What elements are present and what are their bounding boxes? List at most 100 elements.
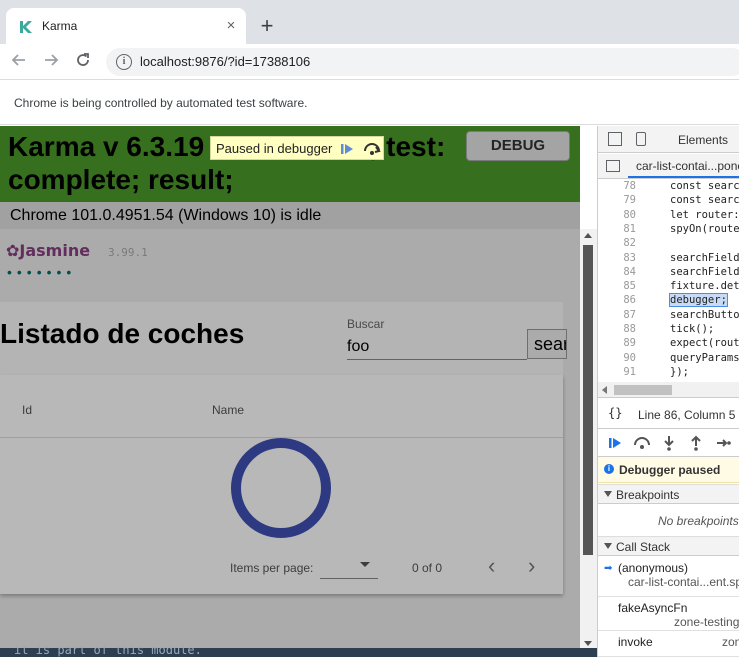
line-number[interactable]: 82 <box>598 237 636 249</box>
line-number[interactable]: 81 <box>598 223 636 235</box>
callstack-section-header[interactable]: Call Stack <box>598 536 739 556</box>
step-icon[interactable] <box>716 435 732 451</box>
page-scrollbar[interactable] <box>580 229 597 657</box>
scroll-left-icon[interactable] <box>602 386 607 394</box>
new-tab-button[interactable]: + <box>256 15 278 37</box>
line-number[interactable]: 89 <box>598 337 636 349</box>
scrollbar-thumb[interactable] <box>583 245 593 555</box>
line-number[interactable]: 87 <box>598 309 636 321</box>
line-number[interactable]: 80 <box>598 209 636 221</box>
hscroll-thumb[interactable] <box>614 385 672 395</box>
breakpoints-title: Breakpoints <box>616 488 680 502</box>
line-text: }); <box>670 365 689 378</box>
paused-label: Paused in debugger <box>216 141 333 156</box>
callstack-frame[interactable]: fakeAsyncFn zone-testing.js <box>598 597 739 631</box>
app-header: Listado de coches Buscar foo search <box>0 302 567 374</box>
karma-status-text: Chrome 101.0.4951.54 (Windows 10) is idl… <box>10 207 322 224</box>
line-number[interactable]: 83 <box>598 252 636 264</box>
code-line[interactable]: 91}); <box>598 366 739 380</box>
line-number[interactable]: 85 <box>598 280 636 292</box>
line-text: const searchField <box>670 180 739 192</box>
forward-icon[interactable] <box>40 51 62 73</box>
line-text: expect(router.navigate <box>670 337 739 350</box>
debugger-paused-text: Debugger paused <box>619 463 721 477</box>
line-number[interactable]: 79 <box>598 194 636 206</box>
code-editor[interactable]: 78 const searchField 79 const searchButton 8… <box>598 179 739 382</box>
line-number[interactable]: 86 <box>598 294 636 306</box>
no-breakpoints-message: No breakpoints <box>598 506 739 536</box>
code-line[interactable]: 88 tick(); <box>598 323 739 337</box>
background-code-strip: it is part of this module. <box>0 643 597 657</box>
line-number[interactable]: 88 <box>598 323 636 335</box>
address-bar[interactable]: i localhost:9876/?id=17388106 <box>106 48 739 76</box>
step-out-icon[interactable] <box>690 435 702 451</box>
search-button[interactable]: search <box>527 329 567 359</box>
next-page-button[interactable]: › <box>528 553 535 579</box>
background-code-text: it is part of this module. <box>14 643 202 657</box>
tab-close-icon[interactable]: × <box>222 17 240 35</box>
callstack-frame[interactable]: invoke zone.js <box>598 631 739 657</box>
code-line[interactable]: 85 fixture.detectChanges <box>598 280 739 294</box>
step-over-icon[interactable] <box>363 141 381 157</box>
frame-location[interactable]: car-list-contai...ent.spec.ts <box>628 575 739 589</box>
frame-location[interactable]: zone-testing.js <box>674 615 739 629</box>
site-info-icon[interactable]: i <box>116 54 132 70</box>
debug-button[interactable]: DEBUG <box>466 131 570 161</box>
device-toolbar-icon[interactable] <box>636 132 646 146</box>
breakpoints-section-header[interactable]: Breakpoints <box>598 484 739 504</box>
code-line[interactable]: 81 spyOn(router, 'navigate') <box>598 223 739 237</box>
inspect-element-icon[interactable] <box>608 132 622 146</box>
search-label: Buscar <box>347 317 385 331</box>
frame-function: invoke <box>618 635 653 649</box>
debugger-controls <box>598 429 739 457</box>
line-text: let router: Router <box>670 208 739 221</box>
step-over-next-icon[interactable] <box>633 435 651 451</box>
car-list-component: Listado de coches Buscar foo search Id N… <box>0 302 567 594</box>
resume-icon[interactable] <box>339 141 355 157</box>
pretty-print-icon[interactable]: {} <box>608 406 622 420</box>
code-line[interactable]: 78 const searchField <box>598 180 739 194</box>
cars-table: Id Name Items per page: 0 of 0 ‹ › <box>0 375 563 594</box>
scroll-down-icon[interactable] <box>584 641 592 646</box>
code-line[interactable]: 79 const searchButton <box>598 194 739 208</box>
previous-page-button[interactable]: ‹ <box>488 553 495 579</box>
code-line[interactable]: 87 searchButton.click <box>598 309 739 323</box>
line-text: fixture.detectChanges <box>670 280 739 293</box>
code-line[interactable]: 84 searchField.dispatch <box>598 266 739 280</box>
code-line[interactable]: 83 searchField.value <box>598 252 739 266</box>
code-line[interactable]: 80 let router: Router <box>598 209 739 223</box>
reload-icon[interactable] <box>72 51 94 73</box>
scroll-up-icon[interactable] <box>584 233 592 238</box>
code-hscrollbar[interactable] <box>598 382 739 398</box>
page-content: Karma v 6.3.19 - connected; test: comple… <box>0 126 597 657</box>
items-per-page-select[interactable] <box>320 555 378 579</box>
infobar-text: Chrome is being controlled by automated … <box>14 96 308 110</box>
toggle-navigator-icon[interactable] <box>606 160 620 172</box>
frame-location[interactable]: zone.js <box>722 635 739 649</box>
code-line[interactable]: 82 <box>598 237 739 251</box>
line-number[interactable]: 78 <box>598 180 636 192</box>
column-header-name[interactable]: Name <box>212 403 244 417</box>
line-text: queryParams <box>670 351 739 364</box>
cursor-position: Line 86, Column 5 <box>638 408 736 422</box>
no-breakpoints-text: No breakpoints <box>658 514 739 528</box>
code-line[interactable]: 90 queryParams <box>598 352 739 366</box>
code-line[interactable]: 89 expect(router.navigate <box>598 337 739 351</box>
back-icon[interactable] <box>8 51 30 73</box>
line-number[interactable]: 90 <box>598 352 636 364</box>
line-number[interactable]: 91 <box>598 366 636 378</box>
resume-execution-icon[interactable] <box>607 435 623 451</box>
line-number[interactable]: 84 <box>598 266 636 278</box>
line-text: const searchButton <box>670 194 739 207</box>
sources-file-tabbar: car-list-contai...ponent.spec.ts <box>598 154 739 179</box>
code-line[interactable]: 86 debugger; <box>598 293 739 308</box>
tab-elements[interactable]: Elements <box>678 133 728 147</box>
column-header-id[interactable]: Id <box>22 403 32 417</box>
search-input[interactable]: foo <box>347 334 527 360</box>
file-tab[interactable]: car-list-contai...ponent.spec.ts <box>636 159 739 173</box>
browser-toolbar: i localhost:9876/?id=17388106 <box>0 44 739 80</box>
editor-statusbar: {} Line 86, Column 5 <box>598 399 739 429</box>
callstack-frame[interactable]: ➡ (anonymous) car-list-contai...ent.spec… <box>598 557 739 597</box>
step-into-icon[interactable] <box>663 435 675 451</box>
tab-karma[interactable]: Karma × <box>6 8 246 44</box>
